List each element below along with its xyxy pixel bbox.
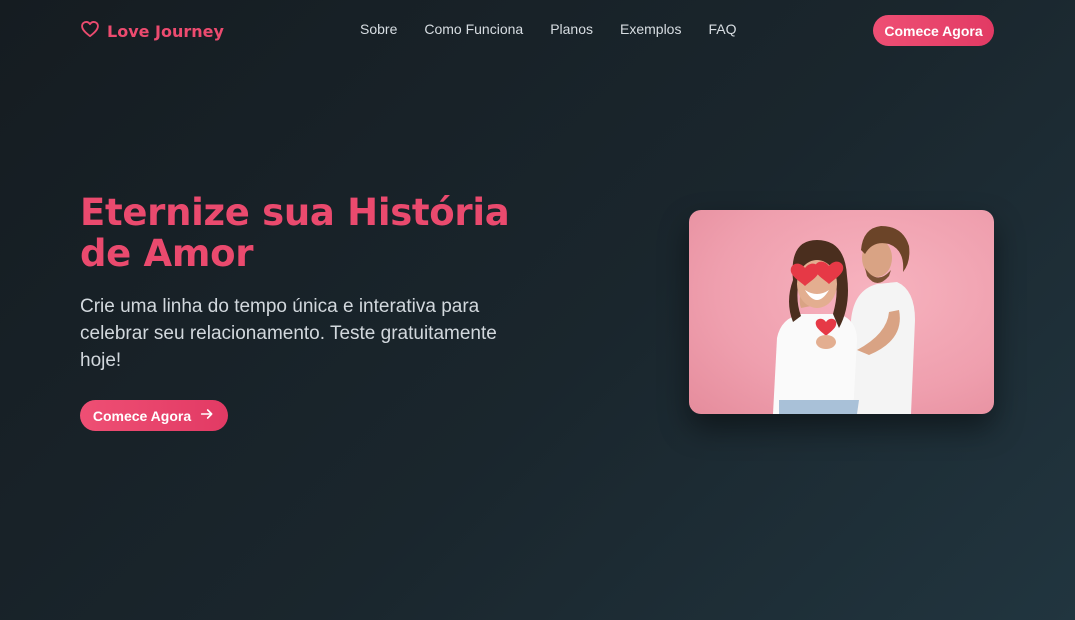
nav-link-faq[interactable]: FAQ xyxy=(708,21,736,37)
brand-logo[interactable]: Love Journey xyxy=(80,19,224,44)
nav-links: Sobre Como Funciona Planos Exemplos FAQ xyxy=(360,21,736,37)
nav-link-planos[interactable]: Planos xyxy=(550,21,593,37)
top-navbar: Love Journey Sobre Como Funciona Planos … xyxy=(0,0,1075,60)
nav-cta-button[interactable]: Comece Agora xyxy=(873,15,994,46)
nav-link-exemplos[interactable]: Exemplos xyxy=(620,21,681,37)
brand-name: Love Journey xyxy=(107,22,224,41)
hero-subtitle: Crie uma linha do tempo única e interati… xyxy=(80,296,497,371)
hero-cta-button[interactable]: Comece Agora xyxy=(80,400,228,431)
heart-outline-icon xyxy=(80,19,100,44)
hero-title: Eternize sua História de Amor xyxy=(80,191,510,275)
couple-with-heart-cutouts-photo xyxy=(689,210,994,414)
nav-link-sobre[interactable]: Sobre xyxy=(360,21,397,37)
arrow-right-icon xyxy=(199,406,215,425)
hero-cta-label: Comece Agora xyxy=(92,407,192,424)
nav-link-como-funciona[interactable]: Como Funciona xyxy=(424,21,523,37)
